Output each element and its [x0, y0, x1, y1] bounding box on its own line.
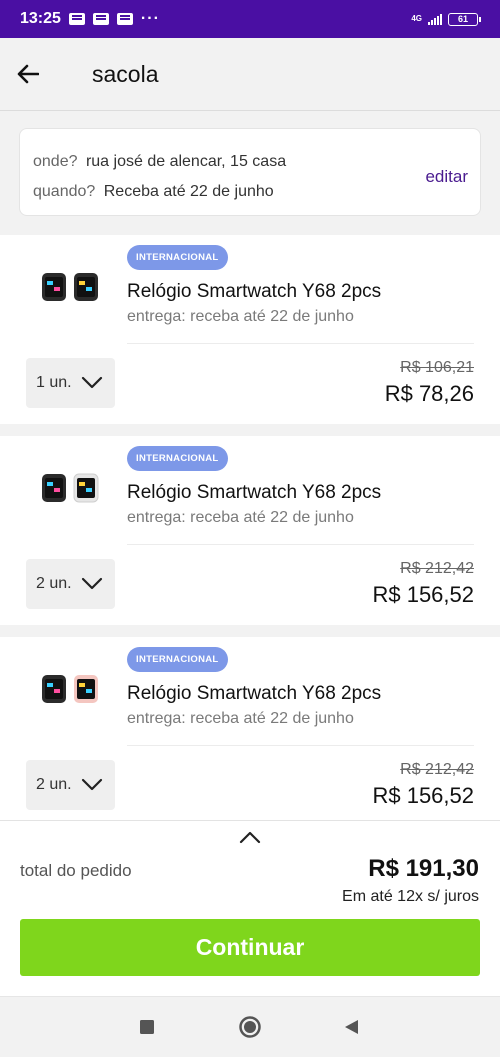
quantity-value: 1 un. — [36, 374, 72, 391]
cart-item: INTERNACIONAL Relógio Smartwatch Y68 2pc… — [0, 436, 500, 625]
battery-icon: 61 — [448, 12, 481, 26]
network-type: 4G — [411, 14, 422, 23]
back-button[interactable] — [0, 38, 56, 110]
total-value: R$ 191,30 — [368, 855, 479, 882]
quantity-value: 2 un. — [36, 776, 72, 793]
product-image[interactable] — [38, 267, 102, 307]
original-price: R$ 212,42 — [400, 560, 474, 577]
message-icon — [68, 13, 85, 25]
chevron-up-icon[interactable] — [238, 829, 262, 845]
chevron-down-icon — [81, 778, 103, 791]
system-navigation-bar — [0, 996, 500, 1057]
more-notifications-icon: ··· — [140, 10, 160, 27]
divider — [127, 544, 474, 545]
quantity-dropdown[interactable]: 2 un. — [26, 760, 115, 810]
order-summary-panel: total do pedido R$ 191,30 Em até 12x s/ … — [0, 820, 500, 997]
product-image[interactable] — [38, 669, 102, 709]
original-price: R$ 106,21 — [400, 359, 474, 376]
signal-icon — [428, 13, 442, 25]
quantity-dropdown[interactable]: 1 un. — [26, 358, 115, 408]
top-app-bar: sacola — [0, 38, 500, 111]
international-badge: INTERNACIONAL — [127, 446, 228, 471]
divider — [127, 343, 474, 344]
international-badge: INTERNACIONAL — [127, 245, 228, 270]
cart-item: INTERNACIONAL Relógio Smartwatch Y68 2pc… — [0, 637, 500, 826]
arrow-left-icon — [17, 64, 39, 84]
delivery-info-card: onde? rua josé de alencar, 15 casa quand… — [19, 128, 481, 216]
delivery-estimate: entrega: receba até 22 de junho — [127, 308, 354, 325]
divider — [127, 745, 474, 746]
delivery-estimate: entrega: receba até 22 de junho — [127, 509, 354, 526]
current-price: R$ 78,26 — [384, 381, 474, 406]
current-price: R$ 156,52 — [372, 582, 474, 607]
product-name[interactable]: Relógio Smartwatch Y68 2pcs — [127, 482, 381, 504]
product-name[interactable]: Relógio Smartwatch Y68 2pcs — [127, 683, 381, 705]
message-icon — [92, 13, 109, 25]
status-bar: 13:25 ··· 4G 61 — [0, 0, 500, 38]
status-right: 4G 61 — [411, 12, 481, 26]
when-label: quando? — [33, 183, 96, 200]
where-label: onde? — [33, 153, 78, 170]
edit-address-link[interactable]: editar — [425, 167, 468, 187]
delivery-date-value: Receba até 22 de junho — [103, 183, 274, 200]
international-badge: INTERNACIONAL — [127, 647, 228, 672]
square-icon[interactable] — [139, 1019, 155, 1035]
cart-item: INTERNACIONAL Relógio Smartwatch Y68 2pc… — [0, 235, 500, 424]
address-value: rua josé de alencar, 15 casa — [85, 153, 287, 170]
circle-icon[interactable] — [238, 1015, 262, 1039]
continue-button[interactable]: Continuar — [20, 919, 480, 976]
product-image[interactable] — [38, 468, 102, 508]
status-time: 13:25 — [20, 10, 61, 27]
original-price: R$ 212,42 — [400, 761, 474, 778]
message-icon — [116, 13, 133, 25]
current-price: R$ 156,52 — [372, 783, 474, 808]
quantity-value: 2 un. — [36, 575, 72, 592]
chevron-down-icon — [81, 577, 103, 590]
total-label: total do pedido — [20, 861, 132, 880]
triangle-left-icon[interactable] — [343, 1019, 359, 1035]
status-left: 13:25 ··· — [20, 10, 160, 28]
delivery-date-line: quando? Receba até 22 de junho — [33, 183, 274, 201]
quantity-dropdown[interactable]: 2 un. — [26, 559, 115, 609]
page-title: sacola — [92, 60, 159, 87]
product-name[interactable]: Relógio Smartwatch Y68 2pcs — [127, 281, 381, 303]
delivery-estimate: entrega: receba até 22 de junho — [127, 710, 354, 727]
installments-info: Em até 12x s/ juros — [342, 888, 479, 905]
delivery-address-line: onde? rua josé de alencar, 15 casa — [33, 153, 286, 171]
chevron-down-icon — [81, 376, 103, 389]
